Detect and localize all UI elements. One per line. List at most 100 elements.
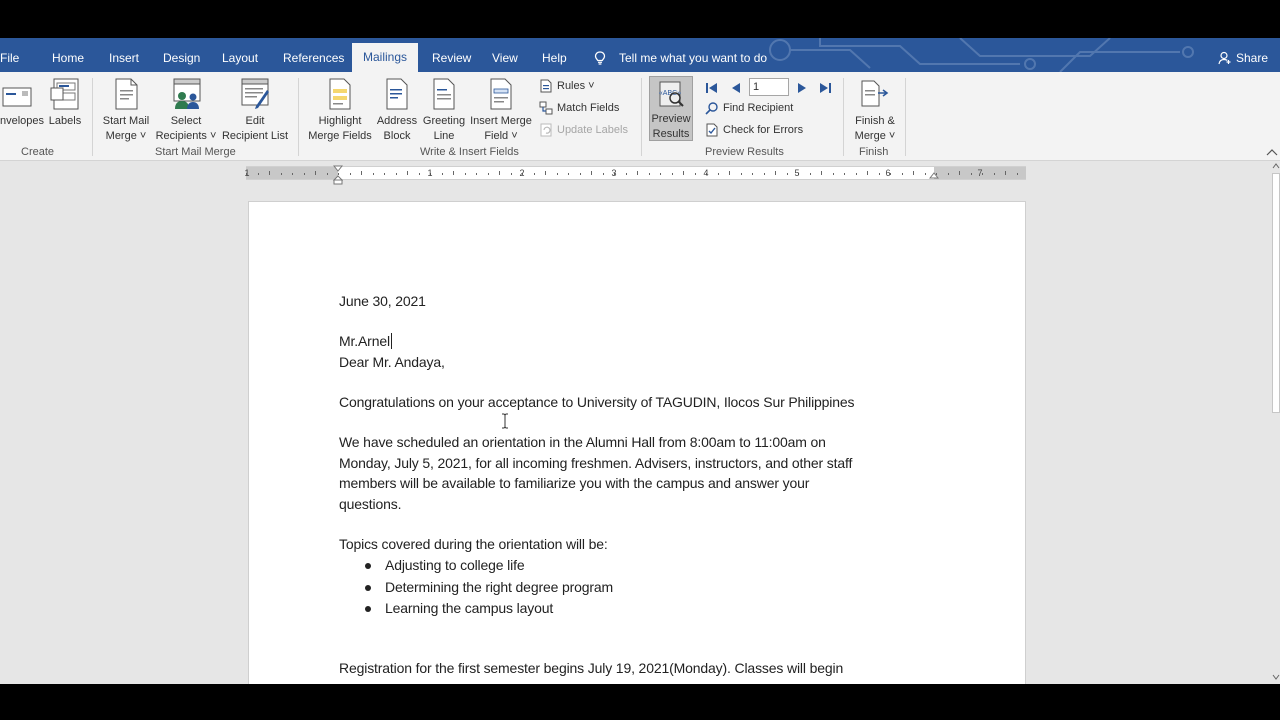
ruler-tick [1005,171,1006,175]
ruler-tick [925,173,926,175]
list-item: Learning the campus layout [385,600,554,616]
ruler-tick [787,173,788,175]
ruler-tick [660,173,661,175]
ruler-tick [384,173,385,175]
ruler-tick [695,173,696,175]
update-labels-icon [540,123,552,137]
tab-help[interactable]: Help [542,38,567,72]
share-label: Share [1236,51,1269,65]
ruler-tick [442,173,443,175]
preview-results-group-label: Preview Results [705,146,784,158]
ruler-tick [545,171,546,175]
tab-references[interactable]: References [283,38,344,72]
preview-results-button[interactable]: «ABC» Preview Results [649,76,693,141]
greeting-line-icon [433,78,455,110]
ruler-tick [821,171,822,175]
ruler-tick [568,173,569,175]
ruler-tick [741,173,742,175]
group-separator [298,78,299,156]
mailings-ribbon: nvelopes Labels Create Start Mail Merge … [0,72,1280,161]
greeting-line-label-2: Line [433,130,455,142]
document-page[interactable]: June 30, 2021 Mr.Arnel Dear Mr. Andaya, … [248,201,1026,684]
find-recipient-icon [705,102,718,115]
select-recipients-button[interactable]: Select Recipients ˅ [154,76,218,142]
insert-merge-field-label-1: Insert Merge [470,115,532,127]
ruler-tick [292,173,293,175]
ruler-tick [453,171,454,175]
ruler-tick [511,173,512,175]
paragraph-line: members will be available to familiarize… [339,475,810,491]
ruler-tick [304,173,305,175]
insert-merge-field-button[interactable]: Insert Merge Field ˅ [468,76,534,142]
next-record-icon[interactable] [795,82,809,94]
tab-file[interactable]: File [0,38,19,72]
ruler-tick [603,173,604,175]
ruler-tick [672,173,673,175]
highlight-fields-icon [329,78,351,110]
recipients-icon [173,78,201,109]
address-block-button[interactable]: Address Block [374,76,420,142]
rules-icon [540,79,552,93]
tab-design[interactable]: Design [163,38,200,72]
person-icon [1218,51,1231,65]
match-fields-icon [539,101,553,115]
first-line-indent-marker-icon[interactable] [333,165,343,185]
previous-record-icon[interactable] [729,82,743,94]
update-labels-label: Update Labels [557,124,628,136]
edit-recipient-list-button[interactable]: Edit Recipient List [219,76,291,142]
finish-group-label: Finish [859,146,889,158]
scrollbar-thumb[interactable] [1272,173,1280,413]
greeting-line-button[interactable]: Greeting Line [420,76,468,142]
ribbon-tab-bar: File Home Insert Design Layout Reference… [0,38,1280,72]
start-mail-merge-button[interactable]: Start Mail Merge ˅ [98,76,154,142]
recipient-name-line: Mr.Arnel [339,333,392,349]
ruler-number: 1 [427,168,433,178]
collapse-ribbon-icon[interactable] [1266,148,1278,156]
preview-results-icon: «ABC» [659,81,684,107]
ruler-tick [407,171,408,175]
finish-and-merge-button[interactable]: Finish & Merge ˅ [848,76,902,142]
horizontal-ruler[interactable]: 1 1 2 3 4 5 6 7 [244,165,1026,185]
tab-review[interactable]: Review [432,38,471,72]
paragraph-line: Monday, July 5, 2021, for all incoming f… [339,455,853,471]
highlight-merge-fields-button[interactable]: Highlight Merge Fields [306,76,374,142]
scroll-down-icon[interactable] [1272,672,1280,682]
recipient-name: Mr.Arnel [339,333,390,349]
ruler-tick [879,173,880,175]
ruler-tick [867,171,868,175]
ruler-tick [580,173,581,175]
tab-view[interactable]: View [492,38,518,72]
labels-button[interactable]: Labels [46,76,84,136]
ruler-tick [833,173,834,175]
tab-insert[interactable]: Insert [109,38,139,72]
ruler-tick [649,173,650,175]
record-number-input[interactable]: 1 [749,78,789,96]
highlight-label-2: Merge Fields [308,130,372,142]
vertical-scrollbar[interactable] [1272,161,1280,684]
last-record-icon[interactable] [818,82,832,94]
envelopes-button[interactable]: nvelopes [0,76,44,136]
tell-me-text: Tell me what you want to do [619,51,768,65]
group-separator [641,78,642,156]
tab-mailings[interactable]: Mailings [352,43,419,72]
group-separator [905,78,906,156]
select-recipients-label-2: Recipients ˅ [155,130,217,142]
ruler-number: 7 [977,168,983,178]
scroll-up-icon[interactable] [1272,161,1280,171]
tab-home[interactable]: Home [52,38,84,72]
ruler-tick [948,173,949,175]
registration-line: Registration for the first semester begi… [339,660,844,676]
first-record-icon[interactable] [705,82,719,94]
select-recipients-label-1: Select [170,115,202,127]
ruler-tick [902,173,903,175]
screen: File Home Insert Design Layout Reference… [0,0,1280,720]
ruler-tick [844,173,845,175]
ruler-tick [775,171,776,175]
ruler-tick [465,173,466,175]
ruler-tick [488,173,489,175]
salutation: Dear Mr. Andaya, [339,354,445,370]
tab-layout[interactable]: Layout [222,38,258,72]
right-indent-marker-icon[interactable] [929,171,939,183]
congratulations-line: Congratulations on your acceptance to Un… [339,394,855,410]
ruler-tick [959,171,960,175]
